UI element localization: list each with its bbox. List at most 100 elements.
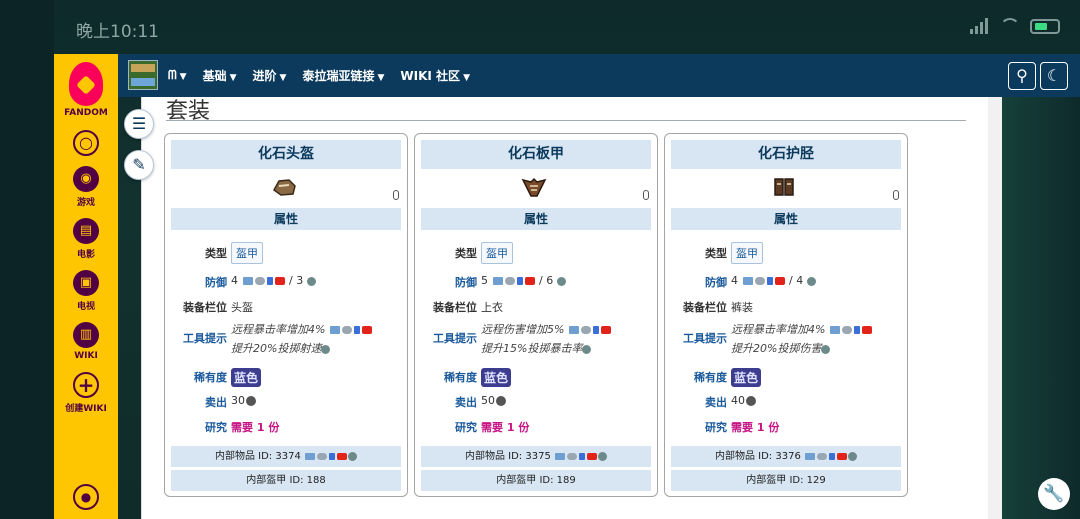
tmodloader-icon <box>348 451 357 461</box>
nav-item-label: 泰拉瑞亚链接 <box>302 69 375 83</box>
sell-label[interactable]: 卖出 <box>421 394 477 410</box>
tooltip-line: 远程暴击率增加4% <box>731 323 826 336</box>
fandom-logo[interactable]: FANDOM <box>54 62 118 118</box>
infobox-card: 化石头盔 属性 类型 盔甲 防御 4 / 3 装备栏位 头盔 工具提示 远程暴击… <box>164 133 408 497</box>
switch-icon <box>774 277 785 285</box>
plus-icon: + <box>73 372 99 398</box>
defense-alt-value: / 4 <box>789 274 804 287</box>
search-button[interactable]: ⚲ <box>1008 62 1036 90</box>
nav-item-basics[interactable]: 基础 ▼ <box>203 67 237 84</box>
defense-alt-value: / 3 <box>289 274 304 287</box>
rarity-label[interactable]: 稀有度 <box>171 369 227 385</box>
tooltip-line: 提升15%投掷暴击率 <box>481 342 583 355</box>
tools-button[interactable]: 🔧 <box>1038 478 1070 510</box>
sidebar-item-label: 创建WIKI <box>65 404 107 414</box>
attributes-header: 属性 <box>421 208 651 230</box>
search-button[interactable]: ○ <box>54 130 118 159</box>
book-icon: ▥ <box>73 322 99 348</box>
copper-coin-icon <box>496 396 506 406</box>
defense-label[interactable]: 防御 <box>671 274 727 290</box>
defense-value: 4 <box>731 274 738 287</box>
page-content: 套装 化石头盔 属性 类型 盔甲 防御 4 / 3 装备栏位 头盔 工具提示 远… <box>141 97 988 519</box>
slot-label: 装备栏位 <box>183 301 227 314</box>
research-label[interactable]: 研究 <box>421 419 477 435</box>
fossil-plate-icon <box>521 177 547 197</box>
defense-label[interactable]: 防御 <box>421 274 477 290</box>
armor-id-row: 内部盔甲 ID: 188 <box>171 470 401 491</box>
defense-value: 5 <box>481 274 488 287</box>
table-of-contents-button[interactable]: ☰ <box>124 109 154 139</box>
tmodloader-icon <box>598 451 607 461</box>
item-id: 内部物品 ID: 3374 <box>214 451 301 462</box>
chevron-down-icon: ▼ <box>179 72 187 82</box>
tooltip-label[interactable]: 工具提示 <box>671 330 727 346</box>
battery-icon <box>1030 18 1060 34</box>
wiki-logo[interactable] <box>128 60 158 90</box>
research-label[interactable]: 研究 <box>171 419 227 435</box>
pc-icon <box>568 326 579 334</box>
search-icon: ⚲ <box>1016 66 1028 85</box>
item-id: 内部物品 ID: 3376 <box>714 451 801 462</box>
nav-item-explore[interactable]: ᗰ ▼ <box>168 68 187 83</box>
rarity-value[interactable]: 蓝色 <box>731 368 762 387</box>
type-tag[interactable]: 盔甲 <box>481 242 513 264</box>
defense-label[interactable]: 防御 <box>171 274 227 290</box>
status-bar: 晚上10:11 <box>54 0 1080 54</box>
fossil-helmet-icon <box>273 179 296 196</box>
type-label: 类型 <box>205 247 227 260</box>
card-title[interactable]: 化石板甲 <box>421 140 651 169</box>
tooltip-label[interactable]: 工具提示 <box>171 330 227 346</box>
rarity-value[interactable]: 蓝色 <box>481 368 512 387</box>
pc-icon <box>329 326 340 334</box>
sidebar-item-wiki[interactable]: ▥ WIKI <box>54 322 118 361</box>
item-id-row: 内部物品 ID: 3375 <box>421 446 651 467</box>
account-button[interactable]: ● <box>54 484 118 513</box>
nav-item-advanced[interactable]: 进阶 ▼ <box>253 67 287 84</box>
rarity-label[interactable]: 稀有度 <box>421 369 477 385</box>
chevron-down-icon: ▼ <box>229 73 237 83</box>
pc-icon <box>805 452 815 460</box>
nav-item-terraria-links[interactable]: 泰拉瑞亚链接 ▼ <box>302 67 384 84</box>
pc-icon <box>492 277 503 285</box>
background-left <box>0 0 54 519</box>
theme-toggle-button[interactable]: ☾ <box>1040 62 1068 90</box>
rarity-label[interactable]: 稀有度 <box>671 369 727 385</box>
sell-value: 30 <box>231 394 245 407</box>
tooltip-line: 远程伤害增加5% <box>481 323 565 336</box>
research-label[interactable]: 研究 <box>671 419 727 435</box>
console-icon <box>841 326 852 334</box>
sidebar-item-label: 游戏 <box>76 198 95 208</box>
sidebar-item-games[interactable]: ◉ 游戏 <box>54 166 118 208</box>
gamepad-icon: ◉ <box>73 166 99 192</box>
edit-button[interactable]: ✎ <box>124 150 154 180</box>
pc-icon <box>829 326 840 334</box>
card-title[interactable]: 化石护胫 <box>671 140 901 169</box>
image-zoom-icon[interactable] <box>643 190 649 200</box>
sidebar-item-movies[interactable]: ▤ 电影 <box>54 218 118 260</box>
pc-icon <box>305 452 315 460</box>
sidebar-item-tv[interactable]: ▣ 电视 <box>54 270 118 312</box>
sidebar-item-label: 电影 <box>76 250 95 260</box>
mobile-icon <box>829 452 835 460</box>
sell-label[interactable]: 卖出 <box>671 394 727 410</box>
nav-item-wiki-community[interactable]: WIKI 社区 ▼ <box>400 67 470 84</box>
slot-value: 裤装 <box>731 301 753 314</box>
background-right <box>1002 97 1080 519</box>
type-tag[interactable]: 盔甲 <box>231 242 263 264</box>
sidebar-item-create-wiki[interactable]: + 创建WIKI <box>54 372 118 414</box>
tmodloader-icon <box>582 344 592 354</box>
moon-icon: ☾ <box>1046 66 1062 85</box>
mobile-icon <box>579 452 585 460</box>
image-zoom-icon[interactable] <box>393 190 399 200</box>
type-tag[interactable]: 盔甲 <box>731 242 763 264</box>
copper-coin-icon <box>746 396 756 406</box>
film-icon: ▤ <box>73 218 99 244</box>
rarity-value[interactable]: 蓝色 <box>231 368 262 387</box>
card-title[interactable]: 化石头盔 <box>171 140 401 169</box>
tooltip-label[interactable]: 工具提示 <box>421 330 477 346</box>
image-zoom-icon[interactable] <box>893 190 899 200</box>
pencil-icon: ✎ <box>132 155 146 174</box>
sell-label[interactable]: 卖出 <box>171 394 227 410</box>
fandom-brand: FANDOM <box>64 108 108 118</box>
pc-icon <box>242 277 253 285</box>
